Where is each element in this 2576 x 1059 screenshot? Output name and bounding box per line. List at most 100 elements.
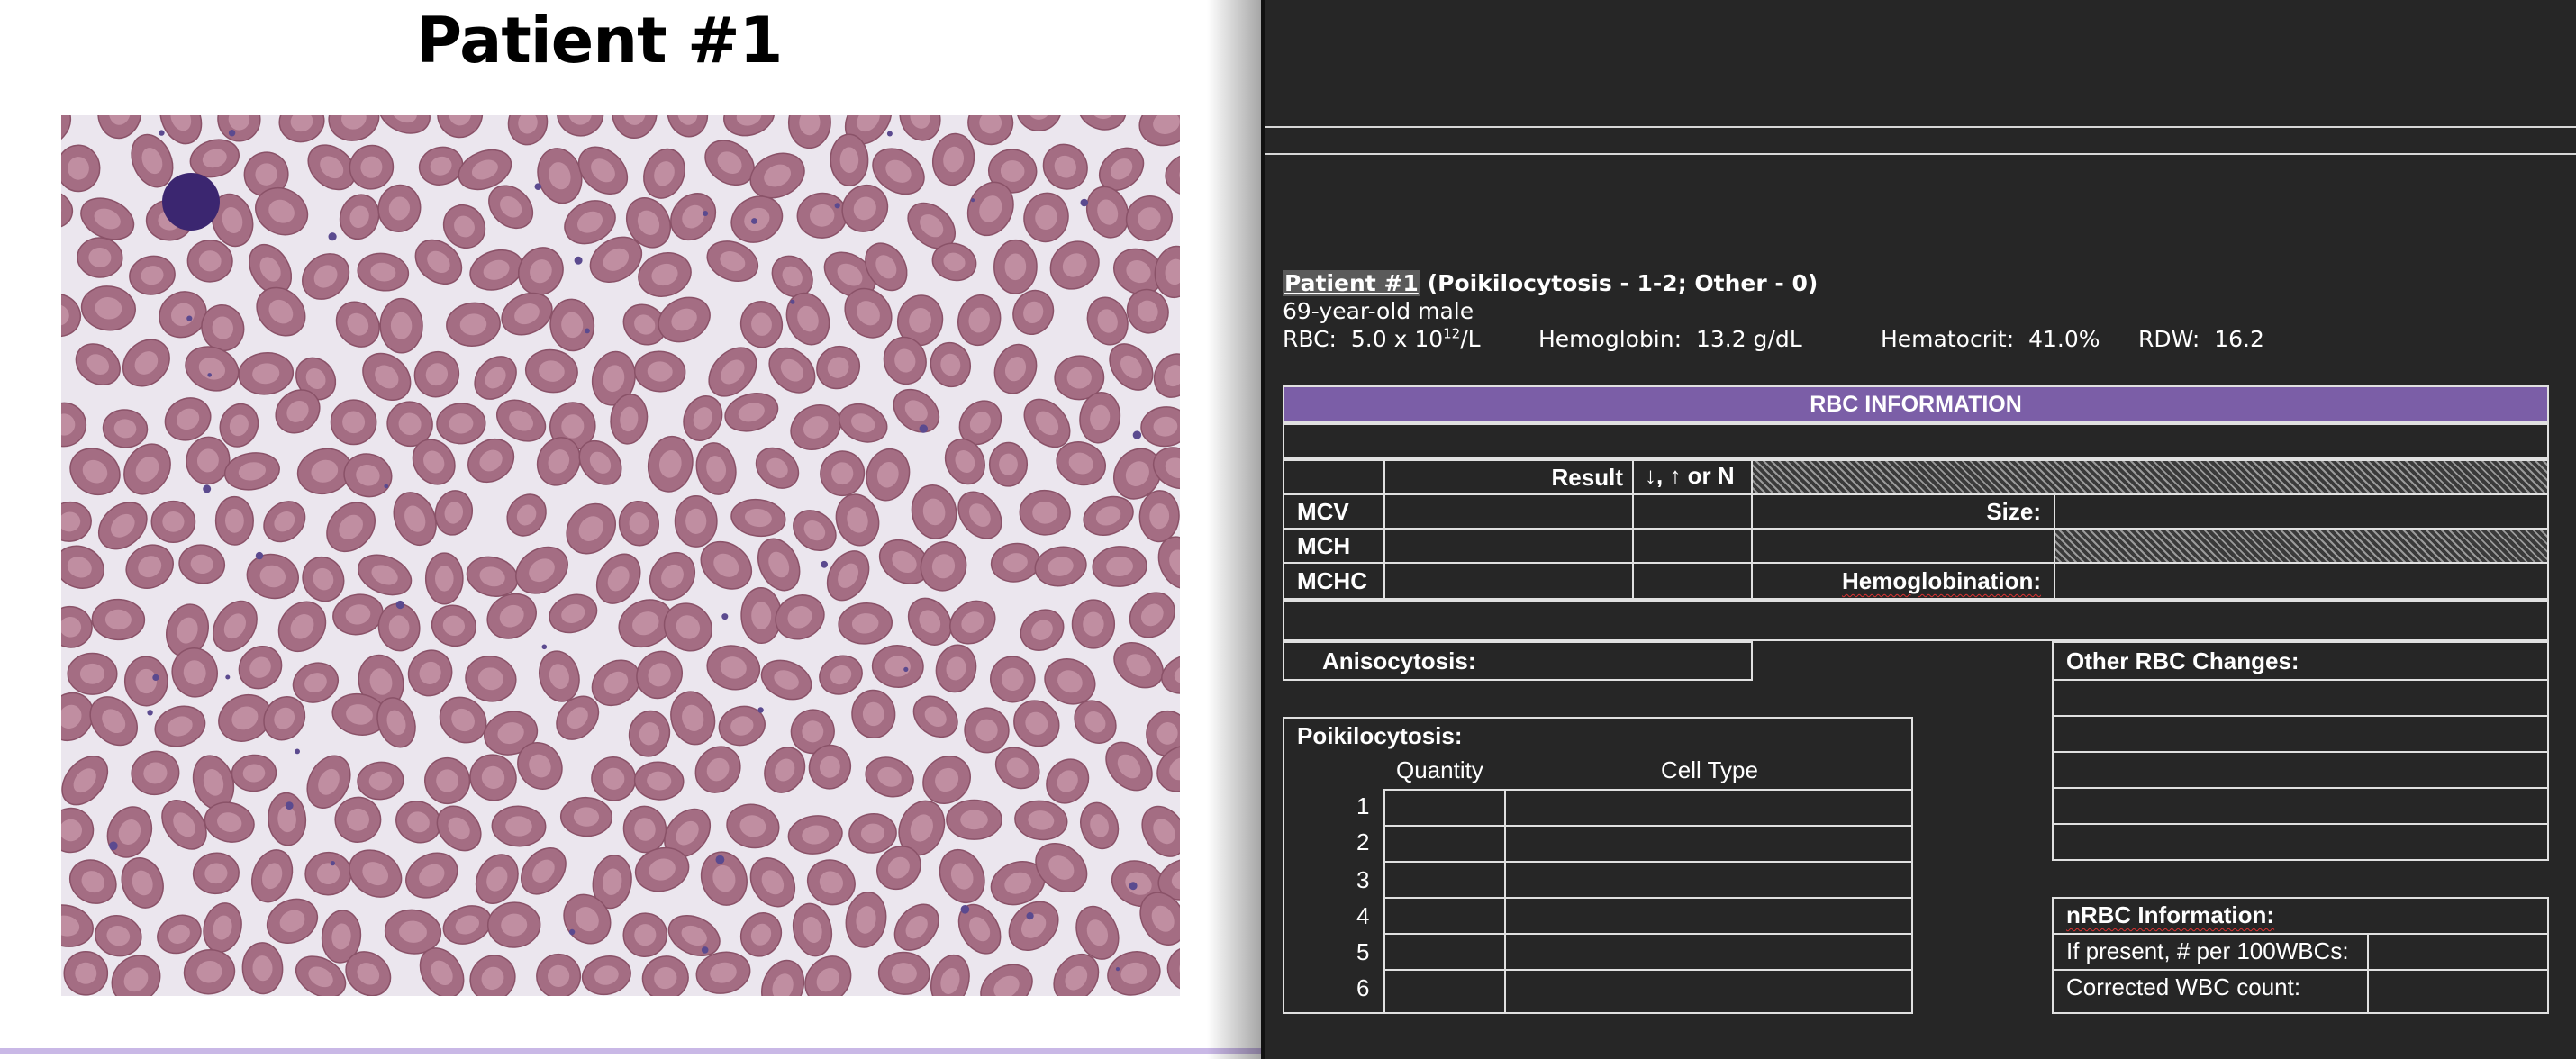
quantity-header: Quantity (1396, 756, 1483, 783)
platelet (228, 130, 236, 137)
hemoglobin-label: Hemoglobin: (1538, 326, 1683, 352)
mchc-label: MCHC (1297, 567, 1367, 594)
platelet (1026, 912, 1034, 920)
platelet (715, 855, 725, 864)
slide-bottom-border (0, 1048, 1261, 1054)
platelet (568, 928, 576, 936)
poik-quantity-input[interactable] (1383, 897, 1506, 935)
platelet (159, 130, 165, 136)
cell-blank-corner (1283, 459, 1385, 495)
mcv-direction-input[interactable] (1632, 493, 1753, 530)
platelet (207, 373, 212, 377)
other-rbc-changes-label: Other RBC Changes: (2066, 647, 2299, 674)
other-change-row-5[interactable] (2052, 823, 2549, 861)
rdw-label: RDW: (2138, 326, 2200, 352)
mch-direction-input[interactable] (1632, 528, 1753, 564)
corrected-wbc-input[interactable] (2367, 969, 2549, 1014)
other-change-row-4[interactable] (2052, 787, 2549, 825)
platelet (574, 256, 583, 265)
hatched-cell-2-border (2054, 528, 2549, 564)
poik-quantity-input[interactable] (1383, 825, 1506, 863)
platelet (721, 613, 729, 620)
poik-celltype-input[interactable] (1504, 825, 1913, 863)
poik-row-number: 1 (1356, 792, 1370, 819)
rbc-exponent: 12 (1443, 325, 1461, 342)
poik-quantity-input[interactable] (1383, 789, 1506, 827)
platelet (834, 203, 840, 209)
platelet (960, 905, 970, 914)
platelet (541, 644, 548, 650)
hemoglobin-line: Hemoglobin: 13.2 g/dL (1538, 326, 1802, 352)
poik-row-number: 5 (1356, 938, 1370, 965)
blank-row-2 (1283, 600, 2549, 641)
slide-panel: Patient #1 (0, 0, 1261, 1059)
rbc-value: 5.0 x 10 (1350, 326, 1444, 352)
platelet (295, 748, 300, 755)
poik-celltype-input[interactable] (1504, 897, 1913, 935)
other-change-row-2[interactable] (2052, 715, 2549, 753)
platelet (395, 600, 404, 610)
blank-row (1283, 423, 2549, 459)
platelet (585, 328, 590, 334)
platelet (255, 551, 264, 560)
patient-grading: (Poikilocytosis - 1-2; Other - 0) (1427, 270, 1819, 296)
platelet (285, 801, 294, 810)
platelet (328, 232, 337, 241)
other-change-row-1[interactable] (2052, 679, 2549, 717)
mcv-result-input[interactable] (1383, 493, 1634, 530)
poik-quantity-input[interactable] (1383, 861, 1506, 899)
poik-celltype-input[interactable] (1504, 969, 1913, 1014)
mch-spacer-cell (1751, 528, 2055, 564)
hemoglobin-value: 13.2 g/dL (1695, 326, 1802, 352)
platelet (821, 560, 828, 568)
platelet (186, 315, 193, 321)
patient-description: 69-year-old male (1283, 298, 1474, 324)
platelet (1080, 198, 1089, 207)
rbc-unit: /L (1460, 326, 1481, 352)
poik-row-number: 4 (1356, 902, 1370, 929)
rbc-label: RBC: (1283, 326, 1337, 352)
platelet (1115, 967, 1120, 972)
poik-quantity-input[interactable] (1383, 969, 1506, 1014)
cell-type-header: Cell Type (1661, 756, 1758, 783)
header-rule-1 (1265, 126, 2576, 128)
platelet (152, 674, 159, 682)
poikilocytosis-label: Poikilocytosis: (1297, 722, 1463, 749)
hemoglobination-input[interactable] (2054, 562, 2549, 600)
rbc-line: RBC: 5.0 x 1012/L (1283, 326, 1481, 352)
size-input[interactable] (2054, 493, 2549, 530)
header-rule-2 (1265, 153, 2576, 155)
mch-label: MCH (1297, 532, 1351, 559)
corrected-wbc-label: Corrected WBC count: (2066, 973, 2301, 1000)
poik-celltype-input[interactable] (1504, 861, 1913, 899)
patient-link[interactable]: Patient #1 (1283, 270, 1420, 296)
blood-smear-image (61, 115, 1180, 996)
platelet (203, 484, 212, 493)
size-label: Size: (1986, 498, 2041, 525)
result-header: Result (1551, 464, 1623, 491)
hatched-cell-border (1751, 459, 2549, 495)
poik-celltype-input[interactable] (1504, 933, 1913, 971)
hematocrit-line: Hematocrit: 41.0% (1881, 326, 2100, 352)
platelet (147, 710, 153, 716)
slide-title: Patient #1 (415, 4, 784, 77)
other-change-row-3[interactable] (2052, 751, 2549, 789)
hematocrit-value: 41.0% (2028, 326, 2100, 352)
platelet (330, 861, 335, 866)
nrbc-per-100-input[interactable] (2367, 933, 2549, 971)
mch-result-input[interactable] (1383, 528, 1634, 564)
platelet (1132, 430, 1142, 439)
rdw-line: RDW: 16.2 (2138, 326, 2264, 352)
hematocrit-label: Hematocrit: (1881, 326, 2015, 352)
poik-row-number: 6 (1356, 974, 1370, 1001)
platelet (703, 211, 709, 216)
poik-celltype-input[interactable] (1504, 789, 1913, 827)
nrbc-label: nRBC Information: (2066, 901, 2275, 928)
platelet (1129, 882, 1138, 891)
rdw-value: 16.2 (2214, 326, 2264, 352)
mchc-result-input[interactable] (1383, 562, 1634, 600)
mchc-direction-input[interactable] (1632, 562, 1753, 600)
poik-quantity-input[interactable] (1383, 933, 1506, 971)
platelet (757, 707, 764, 713)
platelet (751, 218, 757, 224)
